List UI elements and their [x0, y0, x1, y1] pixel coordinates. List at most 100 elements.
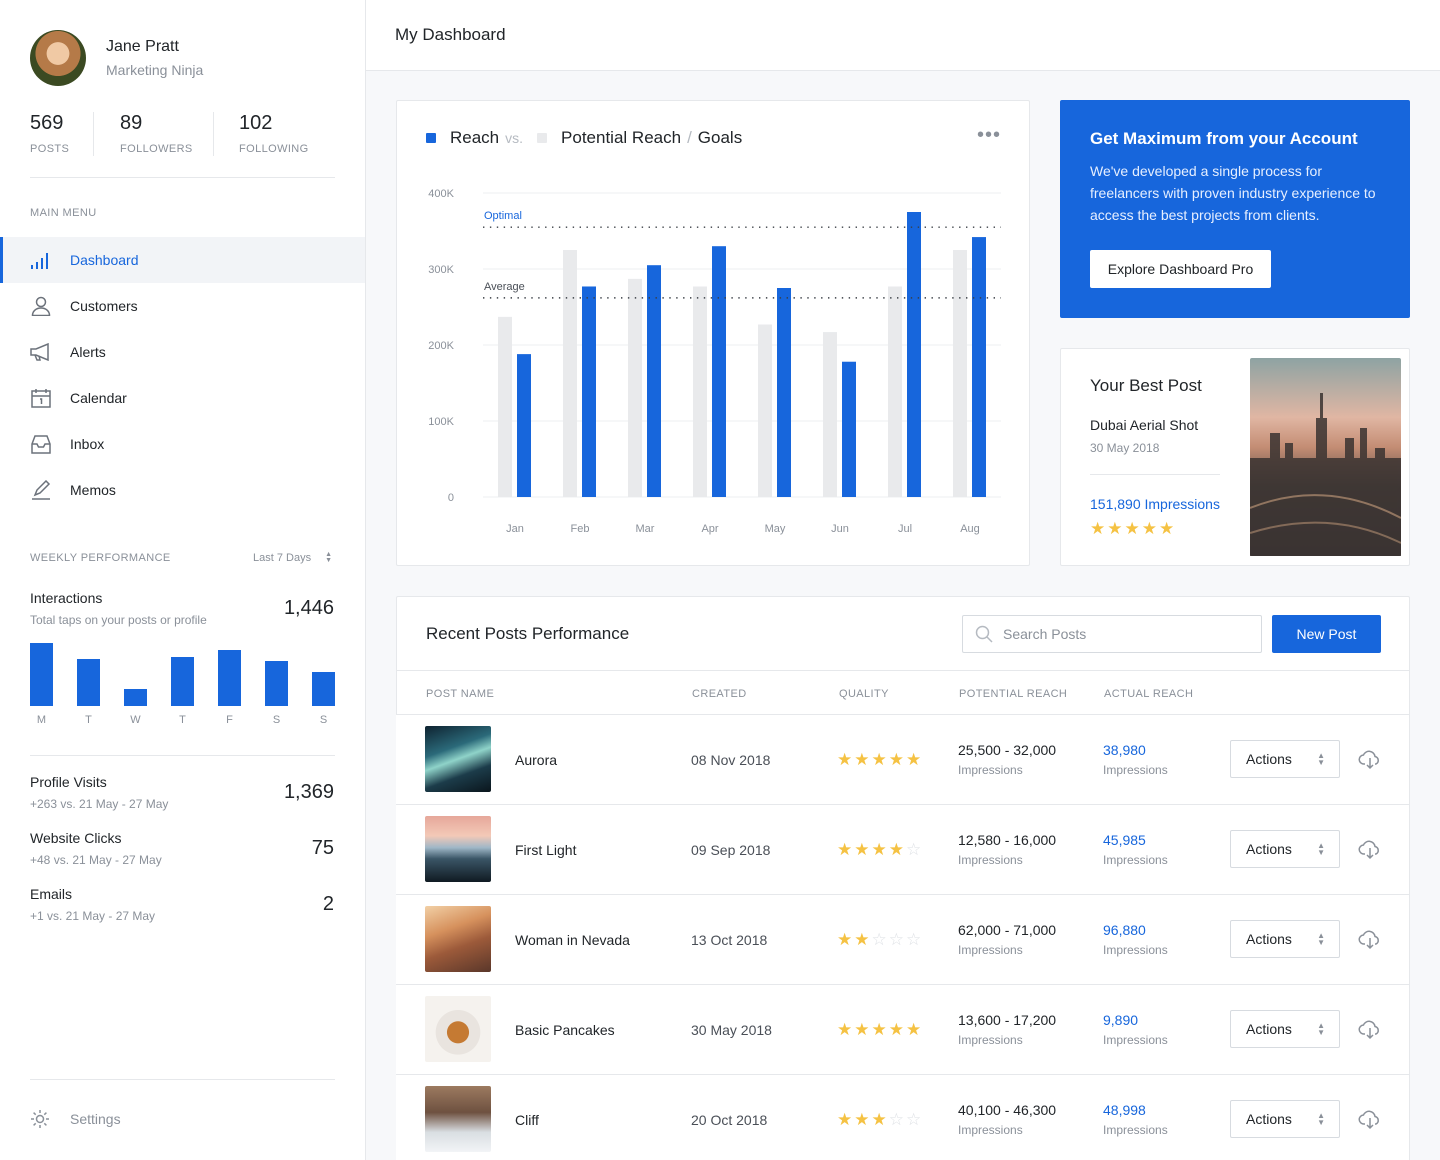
column-header-post-name[interactable]: POST NAME — [426, 688, 494, 700]
actions-select[interactable]: Actions ▲ ▼ — [1230, 1010, 1340, 1048]
post-created: 30 May 2018 — [691, 1022, 772, 1038]
actual-reach-value[interactable]: 96,880 — [1103, 922, 1168, 938]
pencil-icon — [30, 479, 52, 501]
new-post-button[interactable]: New Post — [1272, 615, 1381, 653]
stat-followers[interactable]: 89 FOLLOWERS — [120, 112, 193, 155]
star-filled-icon: ★ — [906, 1020, 924, 1039]
post-thumbnail[interactable] — [425, 816, 491, 882]
gear-icon — [30, 1109, 50, 1129]
weekly-bar — [265, 661, 288, 706]
cloud-download-icon[interactable] — [1358, 1017, 1382, 1041]
table-row[interactable]: Cliff 20 Oct 2018 ★★★☆☆ 40,100 - 46,300 Impr… — [396, 1074, 1409, 1160]
slash-label: / — [687, 128, 692, 147]
explore-dashboard-pro-button[interactable]: Explore Dashboard Pro — [1090, 250, 1271, 288]
potential-reach-bar — [498, 316, 512, 497]
potential-reach-cell: 40,100 - 46,300 Impressions — [958, 1102, 1056, 1137]
profile-name: Jane Pratt — [106, 38, 179, 55]
post-name[interactable]: First Light — [515, 842, 576, 858]
interactions-value: 1,446 — [283, 597, 334, 619]
best-post-title: Your Best Post — [1090, 376, 1202, 395]
post-thumbnail[interactable] — [425, 1086, 491, 1152]
actions-select[interactable]: Actions ▲ ▼ — [1230, 830, 1340, 868]
sidebar-item-inbox[interactable]: Inbox — [0, 421, 365, 467]
impressions-label: Impressions — [1103, 1033, 1168, 1047]
potential-reach-bar — [953, 250, 967, 497]
table-row[interactable]: First Light 09 Sep 2018 ★★★★☆ 12,580 - 16,0… — [396, 804, 1409, 894]
stat-posts[interactable]: 569 POSTS — [30, 112, 69, 155]
post-quality-rating: ★★★★★ — [837, 1020, 923, 1040]
potential-reach-bar — [693, 286, 707, 497]
weekly-day-label: W — [130, 714, 141, 726]
actions-select[interactable]: Actions ▲ ▼ — [1230, 920, 1340, 958]
actual-reach-value[interactable]: 45,985 — [1103, 832, 1168, 848]
post-thumbnail[interactable] — [425, 906, 491, 972]
reach-legend-swatch — [426, 133, 436, 143]
goal-label: Optimal — [484, 210, 522, 222]
cloud-download-icon[interactable] — [1358, 927, 1382, 951]
reach-bar-chart: 400K 300K 200K 100K 0 Jan Feb Mar Apr May Jun Jul Au… — [428, 188, 1001, 535]
x-tick-label: Aug — [960, 523, 980, 535]
sidebar-item-dashboard[interactable]: Dashboard — [0, 237, 365, 283]
sidebar: Jane Pratt Marketing Ninja 569 POSTS 89 … — [0, 0, 366, 1160]
y-tick-label: 0 — [448, 492, 454, 504]
table-row[interactable]: Basic Pancakes 30 May 2018 ★★★★★ 13,600 - 1… — [396, 984, 1409, 1074]
settings-link[interactable]: Settings — [30, 1109, 121, 1129]
search-posts-field[interactable] — [962, 615, 1262, 653]
y-tick-label: 200K — [428, 340, 454, 352]
potential-reach-value: 62,000 - 71,000 — [958, 922, 1057, 938]
table-row[interactable]: Aurora 08 Nov 2018 ★★★★★ 25,500 - 32,000 Imp… — [396, 714, 1409, 804]
column-header-created[interactable]: CREATED — [692, 688, 747, 700]
potential-reach-value: 40,100 - 46,300 — [958, 1102, 1057, 1118]
post-name[interactable]: Cliff — [515, 1112, 539, 1128]
column-header-actual-reach[interactable]: ACTUAL REACH — [1104, 688, 1193, 700]
sidebar-item-alerts[interactable]: Alerts — [0, 329, 365, 375]
stat-following[interactable]: 102 FOLLOWING — [239, 112, 309, 155]
post-thumbnail[interactable] — [425, 726, 491, 792]
column-header-quality[interactable]: QUALITY — [839, 688, 889, 700]
cloud-download-icon[interactable] — [1358, 1107, 1382, 1131]
actual-reach-value[interactable]: 48,998 — [1103, 1102, 1168, 1118]
actions-select[interactable]: Actions ▲ ▼ — [1230, 1100, 1340, 1138]
star-filled-icon: ★ — [854, 750, 872, 769]
sidebar-item-customers[interactable]: Customers — [0, 283, 365, 329]
inbox-icon — [30, 433, 52, 455]
interactions-subtitle: Total taps on your posts or profile — [30, 613, 207, 627]
goal-label: Average — [484, 281, 525, 293]
more-options-icon[interactable]: ••• — [977, 125, 1001, 145]
cloud-download-icon[interactable] — [1358, 837, 1382, 861]
star-filled-icon: ★ — [854, 1110, 872, 1129]
post-name[interactable]: Aurora — [515, 752, 557, 768]
potential-reach-cell: 62,000 - 71,000 Impressions — [958, 922, 1056, 957]
best-post-date: 30 May 2018 — [1090, 441, 1160, 455]
x-tick-label: May — [765, 523, 786, 535]
table-row[interactable]: Woman in Nevada 13 Oct 2018 ★★☆☆☆ 62,000 - … — [396, 894, 1409, 984]
actions-select[interactable]: Actions ▲ ▼ — [1230, 740, 1340, 778]
cloud-download-icon[interactable] — [1358, 747, 1382, 771]
search-posts-input[interactable] — [1003, 626, 1233, 642]
weekly-bar — [218, 650, 241, 706]
bar-chart-icon — [30, 249, 52, 271]
column-header-potential-reach[interactable]: POTENTIAL REACH — [959, 688, 1067, 700]
website-clicks-title: Website Clicks — [30, 830, 122, 846]
actual-reach-cell: 9,890 Impressions — [1103, 1012, 1168, 1047]
actual-reach-value[interactable]: 38,980 — [1103, 742, 1168, 758]
sidebar-item-memos[interactable]: Memos — [0, 467, 365, 513]
stat-divider — [93, 112, 94, 156]
post-thumbnail[interactable] — [425, 996, 491, 1062]
actual-reach-value[interactable]: 9,890 — [1103, 1012, 1168, 1028]
weekly-bar — [171, 657, 194, 706]
reach-bar — [582, 286, 596, 497]
divider — [30, 177, 335, 178]
profile-visits-value: 1,369 — [283, 781, 334, 803]
post-name[interactable]: Basic Pancakes — [515, 1022, 615, 1038]
sidebar-item-calendar[interactable]: Calendar — [0, 375, 365, 421]
stat-divider — [213, 112, 214, 156]
post-name[interactable]: Woman in Nevada — [515, 932, 630, 948]
avatar[interactable] — [30, 30, 86, 86]
potential-reach-cell: 13,600 - 17,200 Impressions — [958, 1012, 1056, 1047]
best-post-impressions[interactable]: 151,890 Impressions — [1090, 496, 1220, 512]
megaphone-icon — [30, 341, 52, 363]
range-select[interactable]: Last 7 Days ▲ ▼ — [253, 551, 332, 564]
star-filled-icon: ★ — [1090, 519, 1108, 538]
reach-bar — [972, 237, 986, 497]
